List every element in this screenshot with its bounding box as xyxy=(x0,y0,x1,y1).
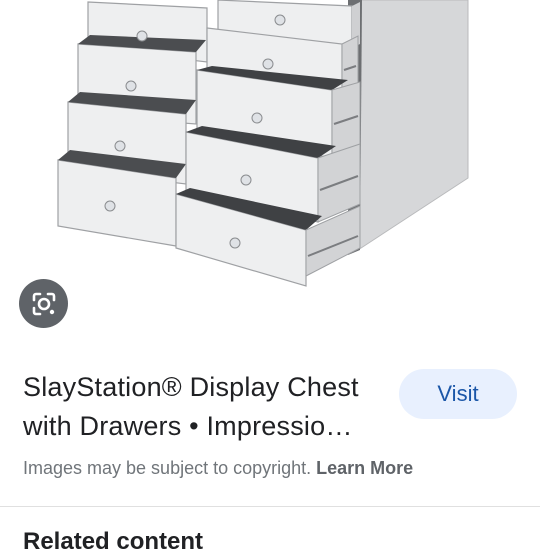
learn-more-link[interactable]: Learn More xyxy=(316,458,413,478)
section-divider xyxy=(0,506,540,507)
copyright-notice: Images may be subject to copyright. Lear… xyxy=(23,458,413,479)
result-title[interactable]: SlayStation® Display Chest with Drawers … xyxy=(23,368,393,446)
visit-button[interactable]: Visit xyxy=(399,369,517,419)
related-content-heading: Related content xyxy=(23,528,204,555)
product-image[interactable] xyxy=(0,0,540,290)
chest-side-panel xyxy=(357,0,469,251)
google-lens-icon xyxy=(32,292,55,315)
copyright-text: Images may be subject to copyright. xyxy=(23,458,312,478)
google-lens-button[interactable] xyxy=(19,279,68,328)
